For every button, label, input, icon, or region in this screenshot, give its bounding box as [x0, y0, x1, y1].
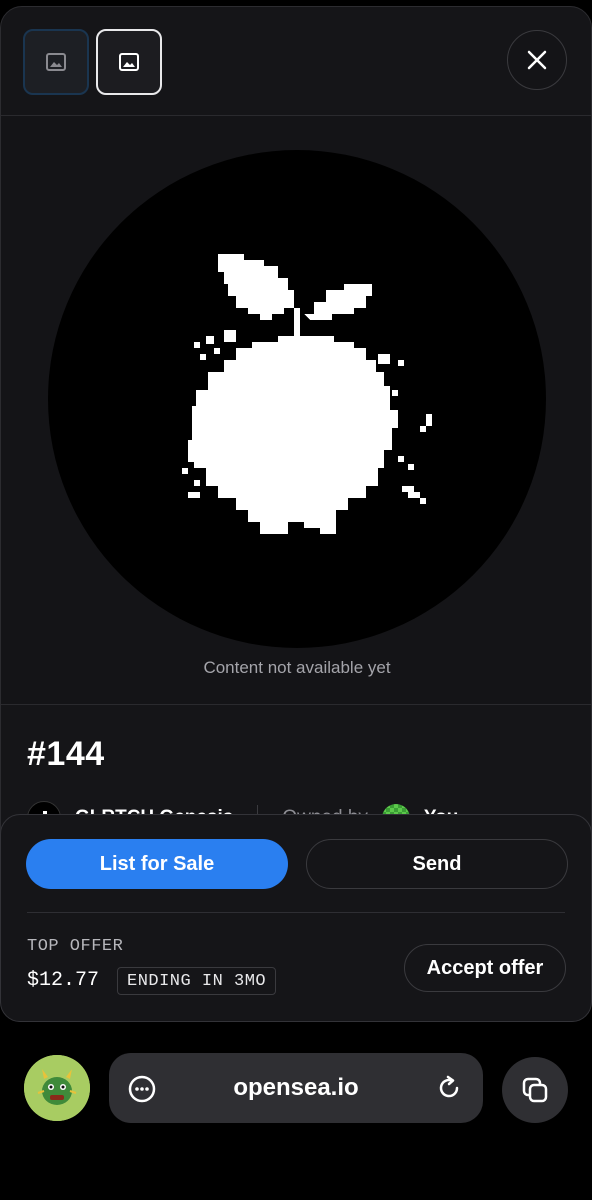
address-bar[interactable]: opensea.io [109, 1053, 483, 1123]
media-caption: Content not available yet [203, 658, 391, 677]
more-icon[interactable] [128, 1075, 156, 1103]
accept-offer-button[interactable]: Accept offer [404, 944, 566, 992]
tabs-icon [522, 1077, 548, 1103]
action-sheet: List for Sale Send TOP OFFER $12.77 ENDI… [0, 814, 592, 1022]
dragon-avatar-icon [24, 1055, 90, 1121]
list-for-sale-button[interactable]: List for Sale [26, 839, 288, 889]
top-offer-label: TOP OFFER [27, 937, 124, 956]
nft-title: #144 [27, 735, 105, 773]
divider [27, 912, 565, 913]
nft-artwork [48, 150, 546, 648]
media-viewer: Content not available yet [1, 116, 591, 704]
profile-avatar[interactable] [24, 1055, 90, 1121]
close-button[interactable] [507, 30, 567, 90]
image-icon [119, 53, 139, 71]
offer-expiry-badge: ENDING IN 3MO [117, 967, 277, 995]
tabs-button[interactable] [502, 1057, 568, 1123]
image-icon [46, 53, 66, 71]
browser-toolbar: opensea.io [0, 1022, 592, 1200]
close-icon [527, 50, 547, 70]
apple-art [182, 254, 432, 534]
media-thumbnail-1[interactable] [23, 29, 89, 95]
divider [1, 704, 591, 705]
top-offer-price: $12.77 [27, 969, 100, 992]
media-thumbnail-2[interactable] [96, 29, 162, 95]
send-button[interactable]: Send [306, 839, 568, 889]
reload-icon[interactable] [435, 1074, 463, 1102]
url-text: opensea.io [233, 1074, 359, 1101]
